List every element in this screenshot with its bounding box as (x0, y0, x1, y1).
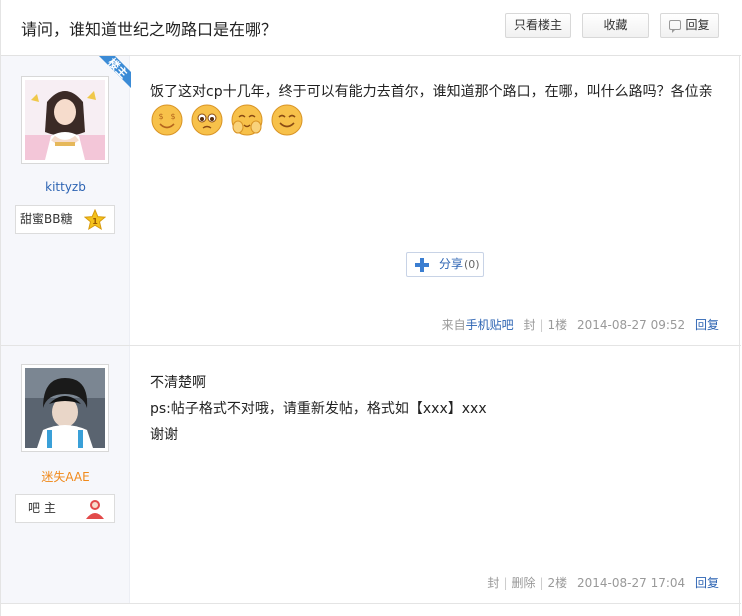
tail-separator: | (503, 576, 508, 590)
content-line: 谢谢 (150, 427, 178, 443)
author-sidebar: 迷失AAE 吧 主 (1, 346, 130, 603)
reply-button-label: 回复 (685, 18, 710, 32)
avatar[interactable] (21, 364, 109, 452)
teary-emoticon (191, 104, 223, 136)
moderator-user-icon (86, 500, 104, 519)
post-content: 不清楚啊 ps:帖子格式不对哦，请重新发帖，格式如【xxx】xxx 谢谢 (150, 370, 730, 448)
favorite-button[interactable]: 收藏 (582, 13, 649, 38)
avatar-image (25, 368, 105, 448)
tail-separator: | (539, 576, 544, 590)
emoticon-row: $ $ (150, 103, 305, 139)
post-floor-2: 迷失AAE 吧 主 不清楚啊 ps:帖子格式不对哦，请重新发帖，格式如【xxx】… (1, 346, 741, 604)
source-prefix: 来自 (441, 318, 466, 332)
level-number: 1 (92, 217, 98, 226)
floor-number: 1楼 (547, 318, 568, 332)
thread-header: 请问，谁知道世纪之吻路口是在哪？ 只看楼主 收藏 回复 (1, 0, 741, 56)
post-reply-link[interactable]: 回复 (695, 576, 719, 590)
share-count: (0) (464, 258, 480, 271)
smile-emoticon (271, 104, 303, 136)
post-floor-1: 楼主 kittyzb 甜蜜BB糖 1 饭了这对cp十几年，终于可以有能力去首尔，… (1, 56, 741, 346)
money-eyes-emoticon: $ $ (151, 104, 183, 136)
content-line: 不清楚啊 (150, 375, 206, 391)
username[interactable]: 迷失AAE (1, 468, 130, 485)
author-sidebar: 楼主 kittyzb 甜蜜BB糖 1 (1, 56, 131, 345)
moderator-badge[interactable]: 吧 主 (15, 494, 115, 523)
post-tail: 来自手机贴吧 封 | 1楼 2014-08-27 09:52 回复 (442, 316, 719, 333)
op-ribbon: 楼主 (89, 56, 131, 98)
post-tail: 封 | 删除 | 2楼 2014-08-27 17:04 回复 (487, 574, 719, 591)
shy-hands-emoticon (231, 104, 263, 136)
content-line: ps:帖子格式不对哦，请重新发帖，格式如【xxx】xxx (150, 401, 487, 417)
comment-icon (669, 20, 682, 33)
share-button[interactable]: 分享 (0) (406, 252, 484, 277)
post-reply-link[interactable]: 回复 (695, 318, 719, 332)
level-star-icon: 1 (84, 209, 106, 231)
thread-title: 请问，谁知道世纪之吻路口是在哪？ (21, 20, 278, 39)
share-label: 分享 (439, 257, 464, 271)
thread-container: 请问，谁知道世纪之吻路口是在哪？ 只看楼主 收藏 回复 楼主 kittyzb 甜… (0, 0, 741, 616)
only-op-button[interactable]: 只看楼主 (505, 13, 571, 38)
tail-separator: | (539, 318, 544, 332)
svg-text:$: $ (158, 112, 163, 121)
level-title: 吧 主 (28, 501, 56, 515)
post-time: 2014-08-27 09:52 (577, 318, 686, 332)
post-content: 饭了这对cp十几年，终于可以有能力去首尔，谁知道那个路口，在哪，叫什么路吗？各位… (150, 84, 713, 100)
delete-link[interactable]: 删除 (511, 576, 535, 590)
seal-link[interactable]: 封 (487, 576, 499, 590)
svg-text:$: $ (170, 112, 175, 121)
seal-link[interactable]: 封 (523, 318, 535, 332)
username[interactable]: kittyzb (1, 180, 130, 194)
level-badge[interactable]: 甜蜜BB糖 1 (15, 205, 115, 234)
share-plus-icon (415, 258, 429, 272)
floor-number: 2楼 (547, 576, 568, 590)
level-title: 甜蜜BB糖 (20, 212, 73, 226)
reply-button[interactable]: 回复 (660, 13, 719, 38)
post-time: 2014-08-27 17:04 (577, 576, 686, 590)
source-link[interactable]: 手机贴吧 (466, 318, 514, 332)
